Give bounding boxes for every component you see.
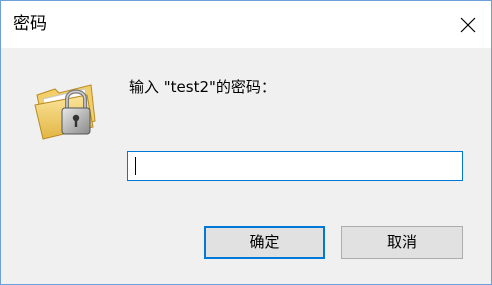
password-field[interactable] bbox=[127, 151, 463, 181]
window-title: 密码 bbox=[13, 14, 47, 34]
title-bar: 密码 bbox=[1, 1, 491, 48]
close-button[interactable] bbox=[445, 1, 491, 48]
dialog-body: 输入 "test2"的密码： 确定 取消 bbox=[1, 48, 491, 284]
password-dialog: 密码 输入 "test2"的密码： 确定 取消 bbox=[0, 0, 492, 285]
folder-lock-icon bbox=[34, 84, 96, 140]
ok-button[interactable]: 确定 bbox=[204, 226, 325, 259]
text-caret bbox=[135, 157, 136, 175]
cancel-button[interactable]: 取消 bbox=[341, 226, 463, 259]
password-prompt: 输入 "test2"的密码： bbox=[129, 78, 276, 96]
close-icon bbox=[460, 17, 476, 33]
